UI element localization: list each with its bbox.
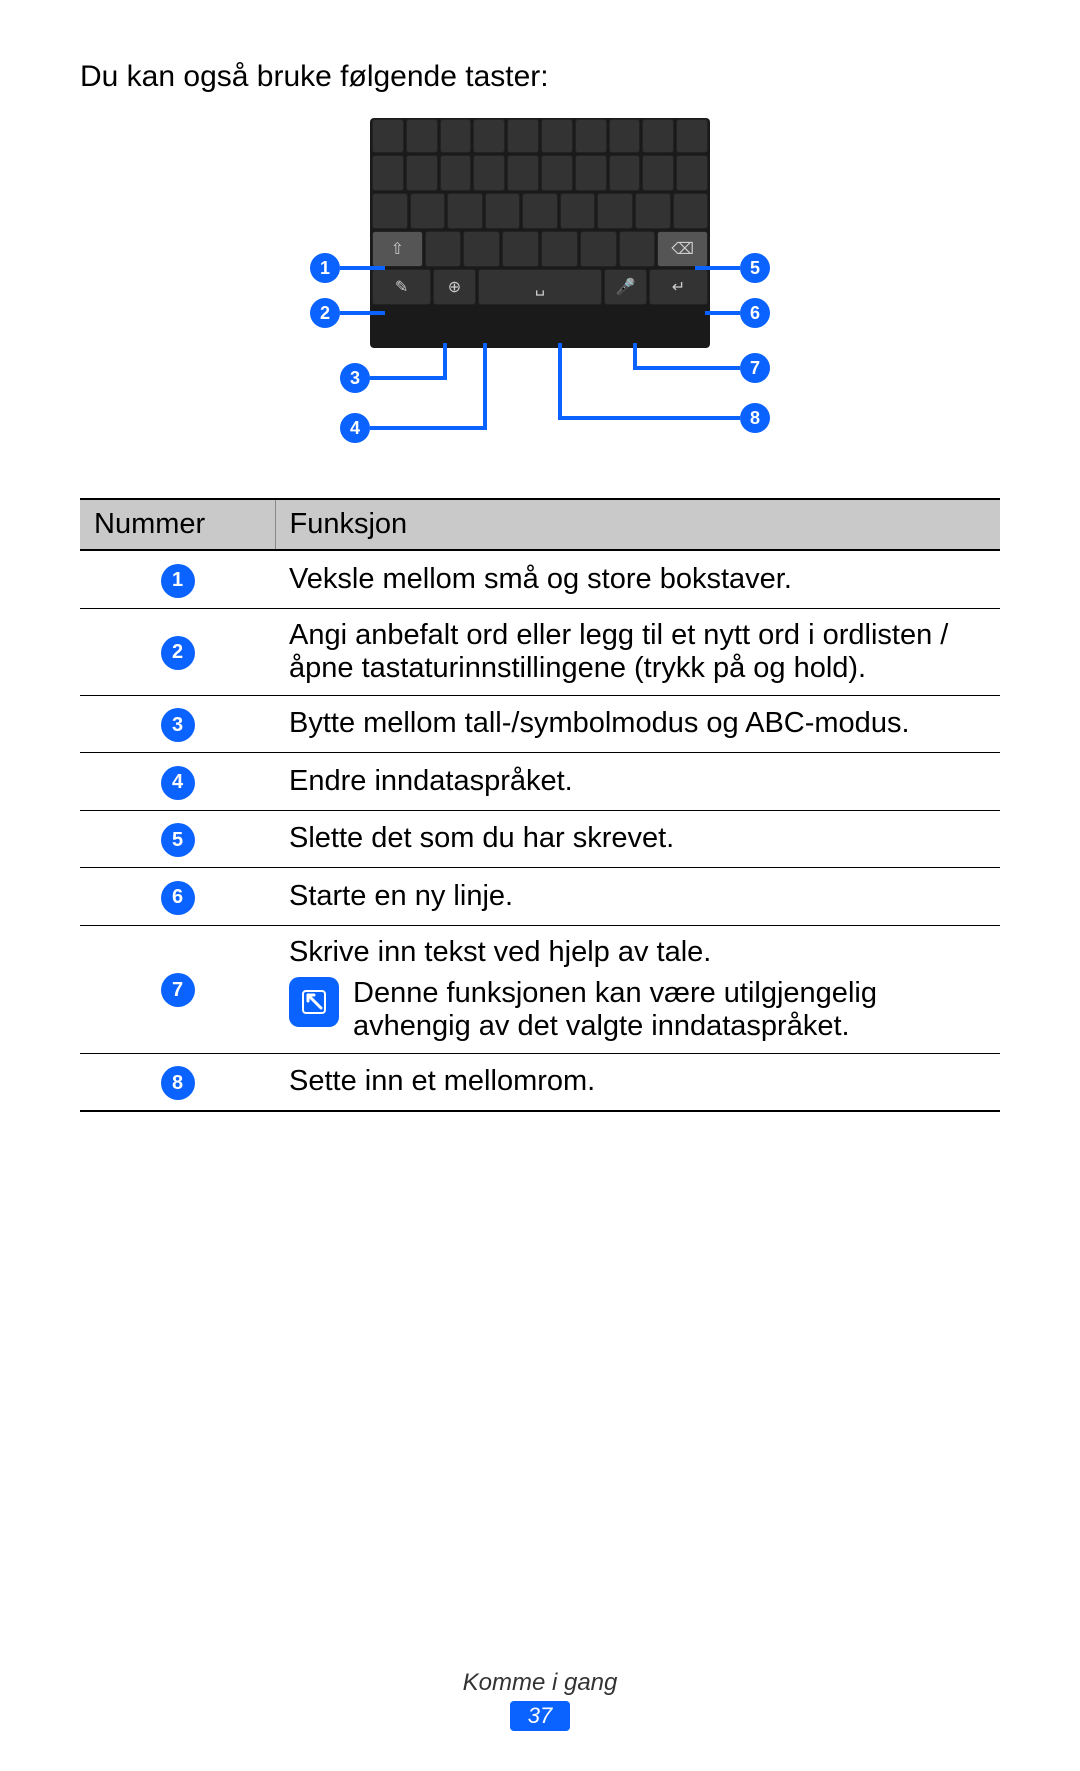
row-badge: 2 — [161, 636, 195, 670]
row7-note: Denne funksjonen kan være utilgjengelig … — [353, 977, 986, 1043]
row-text: Bytte mellom tall-/symbolmodus og ABC-mo… — [275, 695, 1000, 753]
row-text: Veksle mellom små og store bokstaver. — [275, 550, 1000, 608]
intro-text: Du kan også bruke følgende taster: — [80, 60, 1000, 94]
table-row: 5 Slette det som du har skrevet. — [80, 810, 1000, 868]
table-row: 3 Bytte mellom tall-/symbolmodus og ABC-… — [80, 695, 1000, 753]
row-text: Skrive inn tekst ved hjelp av tale. Denn… — [275, 925, 1000, 1053]
page-footer: Komme i gang 37 — [0, 1669, 1080, 1731]
note-icon — [289, 977, 339, 1027]
header-number: Nummer — [80, 499, 275, 550]
table-row: 8 Sette inn et mellomrom. — [80, 1053, 1000, 1111]
table-row: 4 Endre inndataspråket. — [80, 753, 1000, 811]
page-number: 37 — [510, 1701, 570, 1731]
row-badge: 1 — [161, 564, 195, 598]
shift-key-icon: ⇧ — [372, 231, 423, 267]
table-row: 6 Starte en ny linje. — [80, 868, 1000, 926]
mode-key-icon: ✎ — [372, 269, 431, 305]
row-text: Starte en ny linje. — [275, 868, 1000, 926]
mic-key-icon: 🎤 — [604, 269, 647, 305]
table-row: 1 Veksle mellom små og store bokstaver. — [80, 550, 1000, 608]
callout-2: 2 — [310, 298, 340, 328]
section-label: Komme i gang — [0, 1669, 1080, 1697]
globe-key-icon: ⊕ — [433, 269, 476, 305]
space-key-icon: ␣ — [478, 269, 602, 305]
callout-4: 4 — [340, 413, 370, 443]
row-badge: 7 — [161, 973, 195, 1007]
keyboard-diagram: ⇧ ⌫ ✎ ⊕ ␣ 🎤 ↵ — [80, 118, 1000, 458]
backspace-key-icon: ⌫ — [657, 231, 708, 267]
table-row: 2 Angi anbefalt ord eller legg til et ny… — [80, 608, 1000, 695]
callout-8: 8 — [740, 403, 770, 433]
callout-1: 1 — [310, 253, 340, 283]
row-text: Slette det som du har skrevet. — [275, 810, 1000, 868]
function-table: Nummer Funksjon 1 Veksle mellom små og s… — [80, 498, 1000, 1112]
row-text: Endre inndataspråket. — [275, 753, 1000, 811]
row-badge: 6 — [161, 881, 195, 915]
callout-5: 5 — [740, 253, 770, 283]
header-function: Funksjon — [275, 499, 1000, 550]
table-row: 7 Skrive inn tekst ved hjelp av tale. De… — [80, 925, 1000, 1053]
row-badge: 3 — [161, 708, 195, 742]
keyboard-image: ⇧ ⌫ ✎ ⊕ ␣ 🎤 ↵ — [370, 118, 710, 348]
row-badge: 4 — [161, 766, 195, 800]
callout-6: 6 — [740, 298, 770, 328]
row-text: Angi anbefalt ord eller legg til et nytt… — [275, 608, 1000, 695]
row-badge: 8 — [161, 1066, 195, 1100]
callout-7: 7 — [740, 353, 770, 383]
enter-key-icon: ↵ — [649, 269, 708, 305]
row-text: Sette inn et mellomrom. — [275, 1053, 1000, 1111]
row-badge: 5 — [161, 823, 195, 857]
callout-3: 3 — [340, 363, 370, 393]
row7-main: Skrive inn tekst ved hjelp av tale. — [289, 936, 986, 969]
